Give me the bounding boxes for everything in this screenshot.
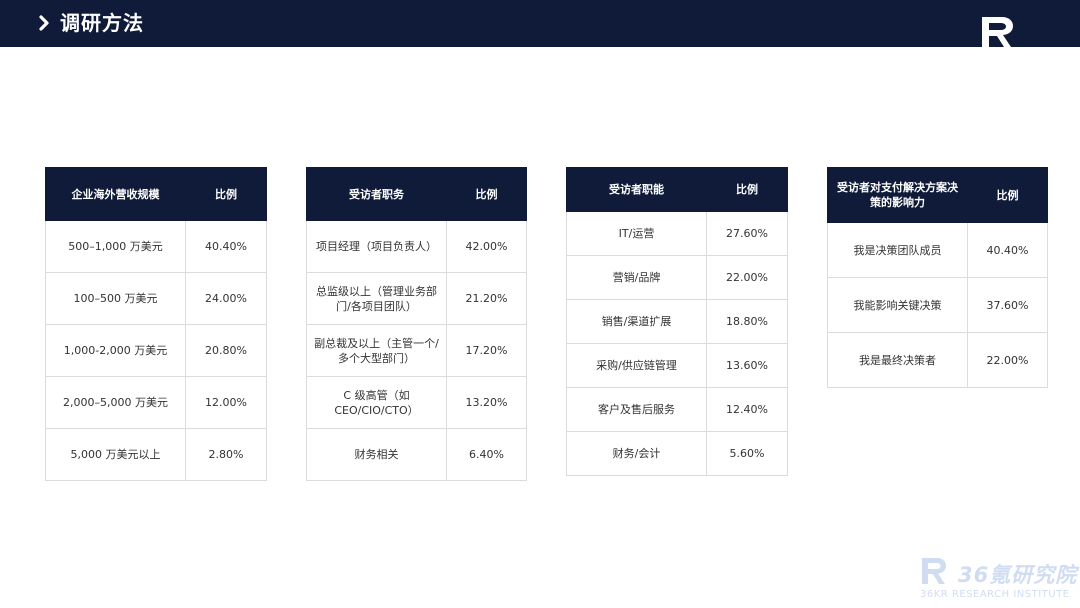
percent-cell: 12.40% bbox=[706, 387, 788, 432]
title-group: 调研方法 bbox=[36, 10, 144, 36]
column-header: 受访者职能 bbox=[566, 167, 707, 212]
percent-cell: 37.60% bbox=[967, 277, 1048, 333]
category-cell: 副总裁及以上（主管一个/多个大型部门） bbox=[306, 324, 447, 377]
category-cell: 100–500 万美元 bbox=[45, 272, 186, 325]
category-cell: 总监级以上（管理业务部门/各项目团队） bbox=[306, 272, 447, 325]
watermark-logo-icon bbox=[922, 558, 946, 584]
percent-cell: 42.00% bbox=[446, 220, 527, 273]
percent-cell: 40.40% bbox=[967, 222, 1048, 278]
watermark-text: 36氪研究院 bbox=[958, 563, 1078, 587]
decision-influence-table: 受访者对支付解决方案决策的影响力 比例 我是决策团队成员 40.40% 我能影响… bbox=[827, 167, 1048, 388]
category-cell: 客户及售后服务 bbox=[566, 387, 707, 432]
category-cell: 500–1,000 万美元 bbox=[45, 220, 186, 273]
revenue-scale-table: 企业海外营收规模 比例 500–1,000 万美元 40.40% 100–500… bbox=[45, 167, 267, 481]
table-row: C 级高管（如CEO/CIO/CTO） 13.20% bbox=[306, 376, 527, 429]
column-header: 企业海外营收规模 bbox=[45, 167, 186, 221]
table-header-row: 企业海外营收规模 比例 bbox=[45, 167, 267, 221]
category-cell: 2,000–5,000 万美元 bbox=[45, 376, 186, 429]
watermark-subtext: 36KR RESEARCH INSTITUTE bbox=[920, 589, 1070, 600]
category-cell: IT/运营 bbox=[566, 211, 707, 256]
percent-cell: 13.60% bbox=[706, 343, 788, 388]
category-cell: 财务相关 bbox=[306, 428, 447, 481]
page-title: 调研方法 bbox=[60, 11, 144, 35]
table-row: 项目经理（项目负责人） 42.00% bbox=[306, 220, 527, 273]
percent-cell: 20.80% bbox=[185, 324, 267, 377]
table-row: IT/运营 27.60% bbox=[566, 211, 788, 256]
table-row: 我能影响关键决策 37.60% bbox=[827, 277, 1048, 333]
percent-cell: 6.40% bbox=[446, 428, 527, 481]
column-header: 受访者职务 bbox=[306, 167, 447, 221]
category-cell: C 级高管（如CEO/CIO/CTO） bbox=[306, 376, 447, 429]
respondent-function-table: 受访者职能 比例 IT/运营 27.60% 营销/品牌 22.00% 销售/渠道… bbox=[566, 167, 788, 476]
table-row: 我是决策团队成员 40.40% bbox=[827, 222, 1048, 278]
percent-cell: 12.00% bbox=[185, 376, 267, 429]
category-cell: 营销/品牌 bbox=[566, 255, 707, 300]
table-row: 客户及售后服务 12.40% bbox=[566, 387, 788, 432]
table-row: 500–1,000 万美元 40.40% bbox=[45, 220, 267, 273]
table-row: 2,000–5,000 万美元 12.00% bbox=[45, 376, 267, 429]
table-header-row: 受访者对支付解决方案决策的影响力 比例 bbox=[827, 167, 1048, 223]
category-cell: 财务/会计 bbox=[566, 431, 707, 476]
table-row: 采购/供应链管理 13.60% bbox=[566, 343, 788, 388]
category-cell: 项目经理（项目负责人） bbox=[306, 220, 447, 273]
table-header-row: 受访者职务 比例 bbox=[306, 167, 527, 221]
table-row: 营销/品牌 22.00% bbox=[566, 255, 788, 300]
category-cell: 我是最终决策者 bbox=[827, 332, 968, 388]
table-row: 财务相关 6.40% bbox=[306, 428, 527, 481]
category-cell: 5,000 万美元以上 bbox=[45, 428, 186, 481]
percent-cell: 27.60% bbox=[706, 211, 788, 256]
column-header: 比例 bbox=[446, 167, 527, 221]
percent-cell: 13.20% bbox=[446, 376, 527, 429]
category-cell: 采购/供应链管理 bbox=[566, 343, 707, 388]
percent-cell: 18.80% bbox=[706, 299, 788, 344]
table-row: 财务/会计 5.60% bbox=[566, 431, 788, 476]
column-header: 比例 bbox=[185, 167, 267, 221]
percent-cell: 40.40% bbox=[185, 220, 267, 273]
respondent-title-table: 受访者职务 比例 项目经理（项目负责人） 42.00% 总监级以上（管理业务部门… bbox=[306, 167, 527, 481]
column-header: 比例 bbox=[967, 167, 1048, 223]
percent-cell: 24.00% bbox=[185, 272, 267, 325]
percent-cell: 2.80% bbox=[185, 428, 267, 481]
column-header: 受访者对支付解决方案决策的影响力 bbox=[827, 167, 968, 223]
watermark: 36氪研究院 36KR RESEARCH INSTITUTE bbox=[918, 553, 1078, 603]
table-row: 5,000 万美元以上 2.80% bbox=[45, 428, 267, 481]
chevron-right-icon bbox=[39, 15, 49, 31]
category-cell: 我能影响关键决策 bbox=[827, 277, 968, 333]
brand-logo-icon bbox=[982, 17, 1013, 47]
column-header: 比例 bbox=[706, 167, 788, 212]
table-row: 销售/渠道扩展 18.80% bbox=[566, 299, 788, 344]
table-row: 总监级以上（管理业务部门/各项目团队） 21.20% bbox=[306, 272, 527, 325]
table-header-row: 受访者职能 比例 bbox=[566, 167, 788, 212]
percent-cell: 21.20% bbox=[446, 272, 527, 325]
table-row: 1,000-2,000 万美元 20.80% bbox=[45, 324, 267, 377]
table-row: 副总裁及以上（主管一个/多个大型部门） 17.20% bbox=[306, 324, 527, 377]
percent-cell: 22.00% bbox=[967, 332, 1048, 388]
category-cell: 销售/渠道扩展 bbox=[566, 299, 707, 344]
header-bar: 调研方法 bbox=[0, 0, 1080, 47]
category-cell: 我是决策团队成员 bbox=[827, 222, 968, 278]
percent-cell: 17.20% bbox=[446, 324, 527, 377]
table-row: 我是最终决策者 22.00% bbox=[827, 332, 1048, 388]
category-cell: 1,000-2,000 万美元 bbox=[45, 324, 186, 377]
table-row: 100–500 万美元 24.00% bbox=[45, 272, 267, 325]
percent-cell: 22.00% bbox=[706, 255, 788, 300]
percent-cell: 5.60% bbox=[706, 431, 788, 476]
